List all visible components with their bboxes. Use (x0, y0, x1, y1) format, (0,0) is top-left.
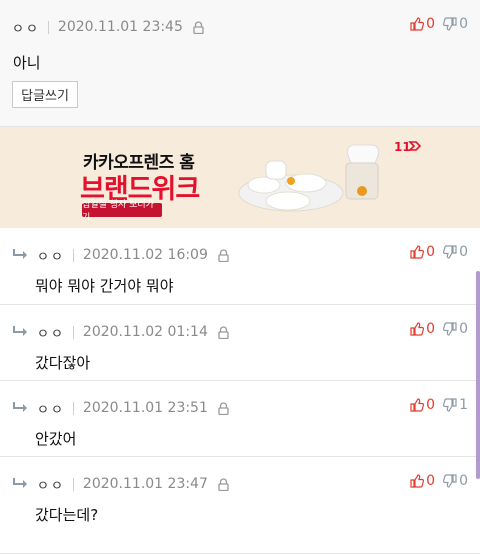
reply-date: 2020.11.01 23:51 (82, 400, 208, 416)
vote-group: 0 0 (402, 16, 468, 32)
upvote-count: 0 (426, 473, 436, 489)
thumb-up-icon (410, 398, 425, 412)
thumb-down-icon (443, 474, 457, 488)
thumb-up-icon (410, 474, 425, 488)
reply-text: 뭐야 뭐야 간거야 뭐야 (35, 277, 174, 295)
thumb-down-icon (443, 322, 457, 336)
reply-button[interactable]: 답글쓰기 (12, 81, 78, 108)
thumb-down-icon (443, 398, 457, 412)
reply-author[interactable]: ㅇㅇ (37, 475, 65, 494)
divider (47, 20, 49, 34)
lock-icon (193, 20, 205, 34)
downvote-button[interactable]: 0 (443, 244, 468, 260)
upvote-button[interactable]: 0 (410, 244, 435, 260)
reply-author[interactable]: ㅇㅇ (37, 246, 65, 265)
lock-icon (218, 325, 230, 339)
vote-group: 0 0 (402, 321, 468, 337)
comment-meta: ㅇㅇ 2020.11.01 23:45 (12, 17, 205, 37)
reply-meta: ㅇㅇ 2020.11.02 01:14 (12, 322, 230, 342)
reply-arrow-icon (12, 324, 30, 340)
reply-meta: ㅇㅇ 2020.11.01 23:51 (12, 398, 230, 418)
comment-author[interactable]: ㅇㅇ (12, 18, 40, 37)
comment-date: 2020.11.01 23:45 (57, 19, 183, 35)
downvote-count: 0 (459, 244, 468, 260)
reply-item: ㅇㅇ 2020.11.01 23:47 0 0 갔다는데? (0, 457, 480, 554)
upvote-button[interactable]: 0 (410, 321, 435, 337)
reply-item: ㅇㅇ 2020.11.02 16:09 0 0 뭐야 뭐야 간거야 뭐야 (0, 228, 480, 305)
reply-text: 갔다는데? (35, 506, 99, 524)
thumb-down-icon (443, 17, 457, 31)
reply-item: ㅇㅇ 2020.11.01 23:51 0 1 안갔어 (0, 381, 480, 457)
downvote-button[interactable]: 0 (443, 16, 468, 32)
reply-meta: ㅇㅇ 2020.11.01 23:47 (12, 474, 230, 494)
vote-group: 0 0 (402, 473, 468, 489)
reply-item: ㅇㅇ 2020.11.02 01:14 0 0 갔다잖아 (0, 305, 480, 381)
reply-meta: ㅇㅇ 2020.11.02 16:09 (12, 245, 230, 265)
upvote-count: 0 (426, 397, 436, 413)
reply-author[interactable]: ㅇㅇ (37, 399, 65, 418)
downvote-button[interactable]: 0 (443, 473, 468, 489)
reply-arrow-icon (12, 247, 30, 263)
divider (72, 401, 74, 415)
downvote-count: 0 (459, 321, 468, 337)
reply-arrow-icon (12, 400, 30, 416)
ad-banner[interactable]: 카카오프렌즈 홈 브랜드위크 십일절 행사 보러가기 11 (0, 127, 480, 228)
thumb-down-icon (443, 245, 457, 259)
lock-icon (218, 248, 230, 262)
vote-group: 0 0 (402, 244, 468, 260)
lock-icon (218, 477, 230, 491)
upvote-button[interactable]: 0 (410, 473, 435, 489)
reply-date: 2020.11.02 16:09 (82, 247, 208, 263)
reply-author[interactable]: ㅇㅇ (37, 323, 65, 342)
svg-text:11: 11 (394, 140, 411, 153)
upvote-button[interactable]: 0 (410, 16, 435, 32)
vote-group: 0 1 (402, 397, 468, 413)
thumb-up-icon (410, 322, 425, 336)
reply-text: 갔다잖아 (35, 354, 91, 372)
upvote-count: 0 (426, 321, 436, 337)
ad-cta-button[interactable]: 십일절 행사 보러가기 (82, 200, 162, 223)
reply-date: 2020.11.01 23:47 (82, 476, 208, 492)
reply-date: 2020.11.02 01:14 (82, 324, 208, 340)
downvote-button[interactable]: 1 (443, 397, 468, 413)
reply-text: 안갔어 (35, 430, 77, 448)
reply-arrow-icon (12, 476, 30, 492)
upvote-count: 0 (426, 16, 436, 32)
upvote-count: 0 (426, 244, 436, 260)
divider (72, 248, 74, 262)
comment-item: ㅇㅇ 2020.11.01 23:45 0 0 아니 답글쓰기 (0, 0, 480, 127)
downvote-count: 0 (459, 16, 468, 32)
scrollbar-thumb[interactable] (476, 271, 480, 479)
ad-brand-logo: 11 (394, 138, 424, 157)
downvote-button[interactable]: 0 (443, 321, 468, 337)
lock-icon (218, 401, 230, 415)
thumb-up-icon (410, 17, 425, 31)
upvote-button[interactable]: 0 (410, 397, 435, 413)
divider (72, 325, 74, 339)
ad-product-image (236, 141, 386, 227)
comment-text: 아니 (13, 54, 41, 72)
divider (72, 477, 74, 491)
thumb-up-icon (410, 245, 425, 259)
downvote-count: 1 (459, 397, 468, 413)
downvote-count: 0 (459, 473, 468, 489)
